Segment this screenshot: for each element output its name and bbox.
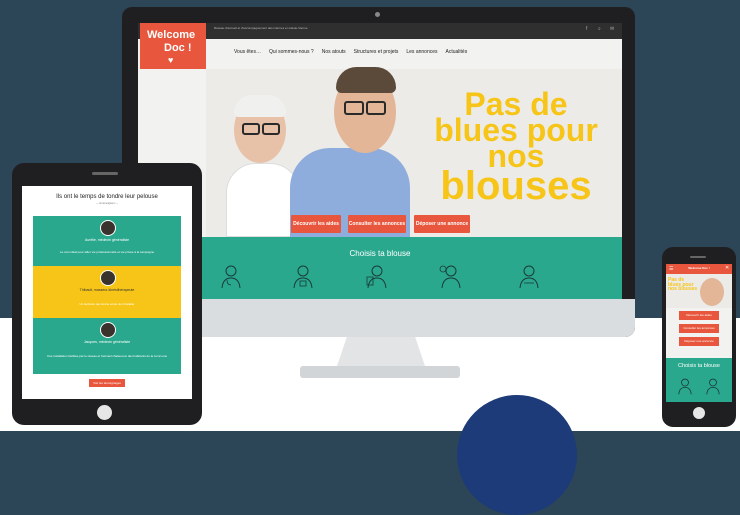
nav-item-qui-sommes-nous[interactable]: Qui sommes-nous ? [269,49,314,55]
tablet-home-button[interactable] [97,405,112,420]
doctor-icon[interactable] [676,376,694,396]
nav-item-annonces[interactable]: Les annonces [406,49,437,55]
mobile-blouse-title: Choisis ta blouse [678,363,720,369]
physiotherapist-icon[interactable] [516,263,542,289]
see-testimonials-button[interactable]: Voir les témoignages [89,379,125,387]
hero-headline: Pas de blues pour nos blouses [426,88,606,208]
testimonial-card: Jacques, médecin généraliste Une install… [33,318,181,374]
testimonials-subtitle: — ils témoignent — [96,202,118,205]
main-nav: Vous êtes… Qui sommes-nous ? Nos atouts … [234,49,467,55]
nav-item-actualites[interactable]: Actualités [446,49,468,55]
logo-line-1: Welcome [147,29,196,41]
site-logo[interactable]: Welcome Doc ! ♥ [140,23,206,69]
logo-line-2: Doc ! [164,42,192,54]
mobile-discover-aids-button[interactable]: Découvrir les aides [679,311,719,320]
discover-aids-button[interactable]: Découvrir les aides [291,215,341,233]
glasses-icon [242,123,260,135]
mobile-hero-photo [700,278,724,306]
testimonial-card: Aurélie, médecin généraliste Le coin idé… [33,216,181,266]
facebook-icon[interactable]: f [586,26,587,32]
doctor-icon[interactable] [218,263,244,289]
pharmacist-icon[interactable] [364,263,390,289]
testimonial-card: Thibault, masseur-kinésithérapeute Un te… [33,266,181,318]
dentist-icon[interactable] [438,263,464,289]
site-tagline: Réseau d'accueil et d'accompagnement des… [214,26,308,30]
nav-item-structures[interactable]: Structures et projets [354,49,399,55]
monitor-stand-neck [336,337,426,369]
heart-icon: ♥ [168,55,174,65]
monitor-camera [375,12,380,17]
nav-item-vous-etes[interactable]: Vous êtes… [234,49,261,55]
avatar [100,220,116,236]
post-listing-button[interactable]: Déposer une annonce [414,215,470,233]
phone-speaker [690,256,706,258]
mobile-logo[interactable]: Welcome Doc ! [666,266,732,270]
testimonials-title: Ils ont le temps de tondre leur pelouse [56,194,158,200]
mobile-headline: Pas de blues pour nos blouses [668,277,698,292]
monitor-stand-base [300,366,460,378]
mail-icon[interactable]: ✉ [610,26,614,32]
avatar [100,270,116,286]
nurse-icon[interactable] [704,376,722,396]
hero-photo-elder-hair [234,95,286,117]
headline-line-4: blouses [440,163,592,208]
testimonial-name: Jacques, médecin généraliste [83,340,131,344]
glasses-icon [262,123,280,135]
nurse-icon[interactable] [290,263,316,289]
desktop-website: Réseau d'accueil et d'accompagnement des… [138,23,622,299]
mobile-view-listings-button[interactable]: Consulter les annonces [679,324,719,333]
mobile-post-listing-button[interactable]: Déposer une annonce [679,337,719,346]
hero-photo-doctor-hair [336,67,396,93]
blouse-section-title: Choisis ta blouse [349,249,411,258]
glasses-icon [344,101,364,115]
decorative-circle [457,395,577,515]
nav-item-nos-atouts[interactable]: Nos atouts [322,49,346,55]
mobile-website: ☰ Welcome Doc ! ✕ Pas de blues pour nos … [666,264,732,402]
testimonial-quote: Un territoire qui donne envie de s'insta… [79,302,135,306]
testimonial-name: Aurélie, médecin généraliste [84,238,130,242]
tablet-speaker [92,172,118,175]
tablet-website: Ils ont le temps de tondre leur pelouse … [22,186,192,399]
close-icon[interactable]: ✕ [725,265,729,271]
view-listings-button[interactable]: Consulter les annonces [348,215,406,233]
testimonial-quote: Une installation facilitée par le réseau… [46,354,168,358]
testimonial-name: Thibault, masseur-kinésithérapeute [79,288,135,292]
avatar [100,322,116,338]
top-bar [138,23,622,39]
hero-photo-elder-body [226,163,300,237]
glasses-icon [366,101,386,115]
testimonial-quote: Le coin idéal pour allier vie profession… [59,250,155,254]
phone-home-button[interactable] [693,407,705,419]
search-icon[interactable]: ⌕ [598,26,601,32]
